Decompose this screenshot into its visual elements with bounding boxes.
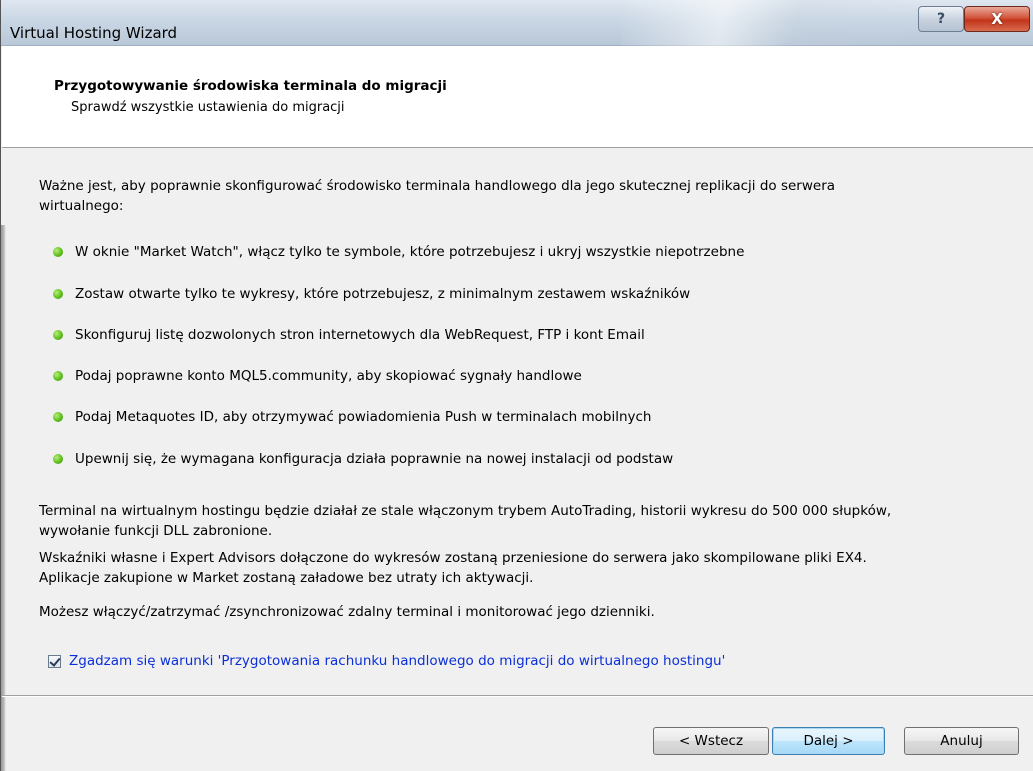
help-icon: ? bbox=[936, 11, 946, 27]
checklist-item-text: Podaj Metaquotes ID, aby otrzymywać powi… bbox=[75, 409, 652, 425]
intro-line-1: Ważne jest, aby poprawnie skonfigurować … bbox=[39, 178, 836, 194]
green-bullet-icon bbox=[53, 330, 63, 340]
cancel-button[interactable]: Anuluj bbox=[904, 727, 1019, 755]
wizard-header bbox=[2, 46, 1033, 148]
left-window-edge bbox=[1, 225, 6, 771]
close-button[interactable]: X bbox=[964, 6, 1030, 32]
back-button[interactable]: < Wstecz bbox=[653, 727, 769, 755]
control-note: Możesz włączyć/zatrzymać /zsynchronizowa… bbox=[39, 604, 655, 620]
checklist-item: Podaj poprawne konto MQL5.community, aby… bbox=[53, 366, 582, 386]
title-bar-glare bbox=[621, 0, 911, 46]
checklist-item-text: Upewnij się, że wymagana konfiguracja dz… bbox=[75, 451, 674, 467]
green-bullet-icon bbox=[53, 289, 63, 299]
indicators-note-line-1: Wskaźniki własne i Expert Advisors dołąc… bbox=[39, 550, 867, 566]
green-bullet-icon bbox=[53, 371, 63, 381]
green-bullet-icon bbox=[53, 247, 63, 257]
checklist-item-text: Zostaw otwarte tylko te wykresy, które p… bbox=[75, 286, 691, 302]
checklist-item-text: Podaj poprawne konto MQL5.community, aby… bbox=[75, 368, 582, 384]
checklist-item-text: W oknie "Market Watch", włącz tylko te s… bbox=[75, 244, 745, 260]
agreement-label[interactable]: Zgadzam się warunki 'Przygotowania rachu… bbox=[69, 653, 725, 669]
checklist-item: Zostaw otwarte tylko te wykresy, które p… bbox=[53, 284, 690, 304]
page-subtitle: Sprawdź wszystkie ustawienia do migracji bbox=[71, 100, 345, 115]
indicators-note-line-2: Aplikacje zakupione w Market zostaną zał… bbox=[39, 570, 534, 586]
autotrading-note-line-2: wywołanie funkcji DLL zabronione. bbox=[39, 523, 273, 539]
checklist-item: W oknie "Market Watch", włącz tylko te s… bbox=[53, 242, 744, 262]
intro-line-2: wirtualnego: bbox=[39, 198, 124, 214]
checklist-item: Podaj Metaquotes ID, aby otrzymywać powi… bbox=[53, 407, 651, 427]
checklist-item-text: Skonfiguruj listę dozwolonych stron inte… bbox=[75, 327, 645, 343]
agreement-checkbox-row[interactable]: Zgadzam się warunki 'Przygotowania rachu… bbox=[48, 652, 725, 670]
wizard-window: Virtual Hosting Wizard ? X Przygotowywan… bbox=[0, 0, 1033, 771]
green-bullet-icon bbox=[53, 412, 63, 422]
checklist-item: Upewnij się, że wymagana konfiguracja dz… bbox=[53, 449, 673, 469]
footer-divider-highlight bbox=[2, 696, 1033, 697]
autotrading-note-line-1: Terminal na wirtualnym hostingu będzie d… bbox=[39, 503, 892, 519]
green-bullet-icon bbox=[53, 454, 63, 464]
next-button[interactable]: Dalej > bbox=[772, 727, 885, 755]
header-divider bbox=[2, 147, 1033, 148]
close-icon: X bbox=[991, 10, 1003, 28]
page-title: Przygotowywanie środowiska terminala do … bbox=[54, 78, 447, 94]
help-button[interactable]: ? bbox=[918, 6, 964, 32]
checklist-item: Skonfiguruj listę dozwolonych stron inte… bbox=[53, 325, 645, 345]
agreement-checkbox[interactable] bbox=[48, 654, 61, 668]
window-title: Virtual Hosting Wizard bbox=[10, 24, 178, 42]
title-bar[interactable]: Virtual Hosting Wizard ? X bbox=[1, 0, 1033, 46]
